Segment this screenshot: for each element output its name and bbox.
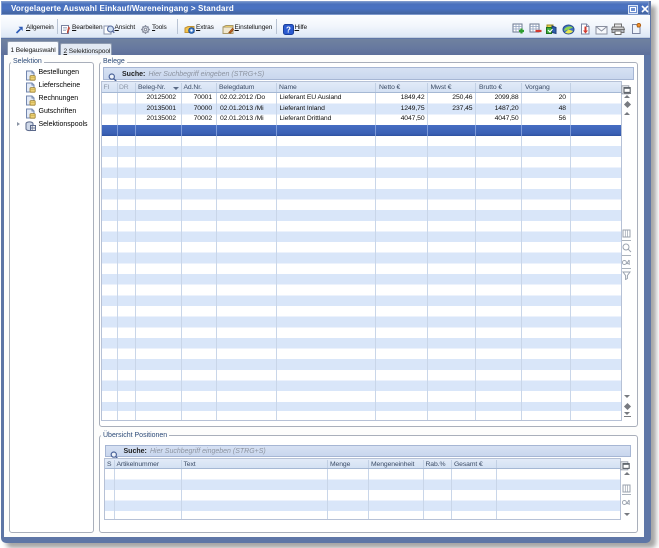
svg-text:?: ? [286,25,291,34]
